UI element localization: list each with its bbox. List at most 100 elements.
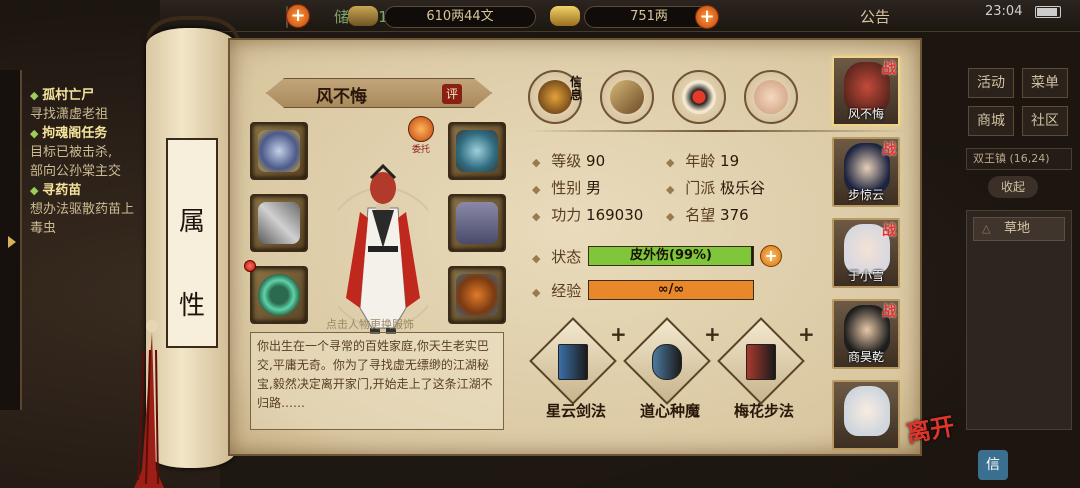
tab-meridian[interactable] (744, 70, 798, 124)
tassel-ornament (134, 320, 164, 488)
right-hud: 活动 菜单 商城 社区 双王镇 (16,24) 收起 草地 信 (958, 58, 1080, 488)
map-item-grassland[interactable]: 草地 (973, 217, 1065, 241)
party-member-card[interactable]: 战 步惊云 (832, 137, 900, 207)
stat-sect-label: 门派 (685, 179, 716, 197)
entrust-icon (408, 116, 434, 142)
skill-slot-1[interactable]: + 星云剑法 (529, 317, 627, 426)
evaluate-button[interactable]: 评 (442, 84, 462, 104)
menu-button[interactable]: 菜单 (1022, 68, 1068, 98)
equip-slot-accessory[interactable] (244, 260, 308, 324)
skill-slot-3[interactable]: + 梅花步法 (717, 317, 815, 426)
mail-button[interactable]: 信 (978, 450, 1008, 480)
equip-slot-treasure[interactable] (448, 266, 506, 324)
skill-book-icon (558, 344, 588, 380)
fight-marker: 战 (882, 223, 896, 239)
stat-gender-value: 男 (586, 179, 602, 197)
bottom-action-bar (220, 452, 920, 488)
party-member-name: 风不悔 (847, 107, 884, 121)
character-portrait[interactable] (338, 148, 428, 338)
stat-sect-value: 极乐谷 (720, 179, 766, 197)
status-bar: 皮外伤(99%) (588, 246, 754, 266)
stat-gender-label: 性别 (551, 179, 582, 197)
meridian-body-icon (754, 80, 788, 114)
shop-button[interactable]: 商城 (968, 106, 1014, 136)
party-member-name: 步惊云 (847, 188, 884, 202)
skill-scroll-icon (652, 344, 682, 380)
claw-weapon-icon (258, 202, 300, 244)
gold-display: 751两 + (584, 5, 719, 29)
add-gold-button[interactable]: + (695, 5, 719, 29)
tab-map[interactable] (600, 70, 654, 124)
exp-row: 经验 (532, 280, 581, 301)
equip-slot-armor[interactable] (448, 194, 506, 252)
attribute-tab-label[interactable]: 属 性 (166, 138, 218, 348)
chakram-icon (258, 130, 300, 172)
tab-info-label: 信息 (570, 75, 583, 102)
avatar (844, 386, 890, 436)
party-member-card[interactable]: 战 于小雪 (832, 218, 900, 288)
character-biography: 你出生在一个寻常的百姓家庭,你天生老实巴交,平庸无奇。你为了寻找虚无缥缈的江湖秘… (250, 332, 504, 430)
announcement-button[interactable]: 公告 (860, 6, 890, 27)
status-row: 状态 (532, 246, 581, 267)
collapse-button[interactable]: 收起 (988, 176, 1038, 198)
stat-age: 年龄 19 (666, 150, 739, 171)
stat-fame: 名望 376 (666, 204, 748, 225)
party-member-card[interactable] (832, 380, 900, 450)
system-clock: 23:04 (985, 4, 1023, 19)
jade-ring-icon (258, 274, 300, 316)
skill-slot-2[interactable]: + 道心种魔 (623, 317, 721, 426)
party-member-name: 商昊乾 (847, 350, 884, 364)
party-member-card[interactable]: 战 风不悔 (832, 56, 900, 126)
equip-slot-weapon[interactable] (250, 194, 308, 252)
map-scroll-icon (610, 80, 644, 114)
character-info-panel: 风不悔 评 委托 点击人物更换服饰 你出生在一个寻常的百姓家庭,你天生老实巴交,… (228, 38, 922, 456)
add-storage-button[interactable]: + (286, 4, 310, 28)
attribute-label-char1: 属 (178, 207, 205, 237)
skill-book-icon (746, 344, 776, 380)
fight-marker: 战 (882, 142, 896, 158)
armor-icon (456, 202, 498, 244)
heal-button[interactable]: + (760, 245, 782, 267)
stat-sect: 门派 极乐谷 (666, 177, 765, 198)
exp-label: 经验 (551, 282, 582, 300)
exp-text: ∞/∞ (657, 282, 685, 297)
activity-button[interactable]: 活动 (968, 68, 1014, 98)
info-hat-icon (538, 80, 572, 114)
skill-name: 道心种魔 (639, 402, 700, 420)
equip-slot-hidden-weapon[interactable] (250, 122, 308, 180)
skill-name: 星云剑法 (545, 402, 606, 420)
expand-arrow-icon (8, 236, 16, 248)
silver-display: 610两44文 (384, 6, 536, 28)
status-text: 皮外伤(99%) (630, 248, 712, 263)
town-location: 双王镇 (16,24) (966, 148, 1072, 170)
exp-bar: ∞/∞ (588, 280, 754, 300)
attribute-label-char2: 性 (178, 291, 205, 321)
add-skill-icon[interactable]: + (798, 322, 815, 346)
tab-bagua[interactable] (672, 70, 726, 124)
attribute-scroll: 属 性 (124, 10, 244, 488)
party-member-card[interactable]: 战 商昊乾 (832, 299, 900, 369)
divider (528, 130, 906, 132)
map-location-list: 草地 (966, 210, 1072, 430)
entrust-button[interactable]: 委托 (406, 116, 436, 155)
stat-power-value: 169030 (586, 206, 644, 224)
skill-name: 梅花步法 (733, 402, 794, 420)
change-outfit-hint: 点击人物更换服饰 (326, 318, 414, 331)
battery-icon (1035, 6, 1061, 18)
community-button[interactable]: 社区 (1022, 106, 1068, 136)
silver-amount: 610两44文 (426, 9, 494, 24)
pouch-icon (456, 274, 498, 316)
fight-marker: 战 (882, 304, 896, 320)
equip-slot-head[interactable] (448, 122, 506, 180)
silver-icon (348, 6, 378, 26)
stat-power: 功力 169030 (532, 204, 643, 225)
stat-level: 等级 90 (532, 150, 605, 171)
stat-fame-label: 名望 (685, 206, 716, 224)
side-panel-toggle[interactable] (0, 70, 22, 410)
stat-level-value: 90 (586, 152, 606, 170)
stat-gender: 性别 男 (532, 177, 601, 198)
stat-age-value: 19 (720, 152, 740, 170)
fight-marker: 战 (882, 61, 896, 77)
gold-icon (550, 6, 580, 26)
stat-level-label: 等级 (551, 152, 582, 170)
